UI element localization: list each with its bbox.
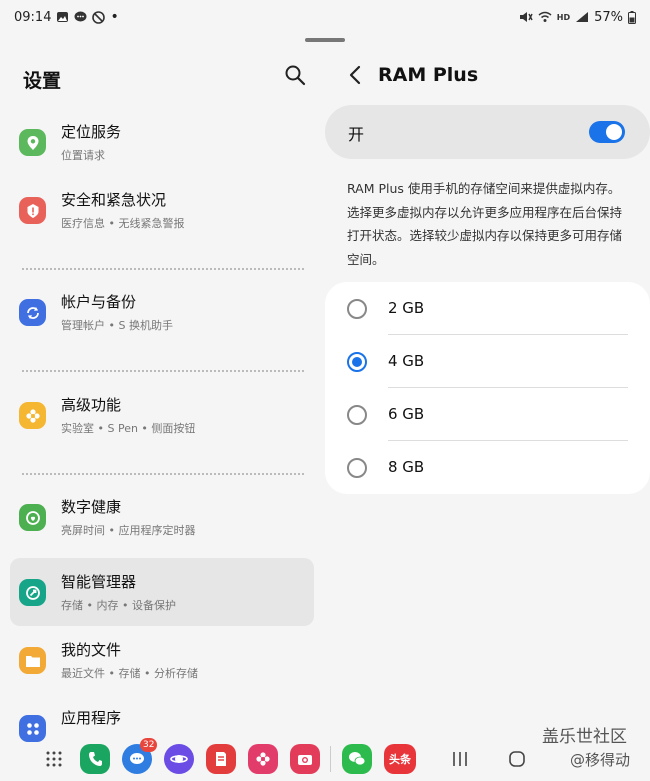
item-title: 智能管理器 [61, 573, 137, 591]
item-subtitle: 实验室 • S Pen • 侧面按钮 [61, 422, 196, 435]
description-text: RAM Plus 使用手机的存储空间来提供虚拟内存。选择更多虚拟内存以允许更多应… [347, 181, 623, 267]
camera-icon[interactable] [290, 744, 320, 774]
switch-knob [606, 124, 622, 140]
unread-badge: 32 [140, 738, 158, 752]
watermark-community: 盖乐世社区 [542, 727, 627, 747]
toggle-label: 开 [348, 125, 365, 144]
option-4gb[interactable]: 4 GB [325, 335, 650, 387]
item-subtitle: 最近文件 • 存储 • 分析存储 [61, 667, 198, 680]
item-title: 应用程序 [61, 709, 122, 727]
radio-button[interactable] [347, 458, 367, 478]
alert-icon [19, 197, 46, 224]
settings-item-location[interactable]: 定位服务 位置请求 [10, 108, 314, 176]
section-divider [22, 473, 304, 475]
status-bar: 09:14 • HD 57% [0, 0, 650, 34]
folder-icon [19, 647, 46, 674]
ram-plus-switch[interactable] [589, 121, 625, 143]
item-subtitle: 管理帐户 • S 换机助手 [61, 319, 173, 332]
drag-handle[interactable] [305, 38, 345, 42]
notification-dot: • [110, 9, 119, 25]
internet-icon[interactable] [164, 744, 194, 774]
radio-button-selected[interactable] [347, 352, 367, 372]
item-title: 安全和紧急状况 [61, 191, 167, 209]
option-label: 8 GB [388, 458, 425, 476]
recents-icon[interactable] [451, 750, 469, 768]
battery-text: 57% [594, 9, 623, 25]
bixby-flower-icon[interactable] [248, 744, 278, 774]
settings-title: 设置 [23, 70, 62, 92]
phone-icon[interactable] [80, 744, 110, 774]
settings-item-my-files[interactable]: 我的文件 最近文件 • 存储 • 分析存储 [10, 626, 314, 694]
option-label: 2 GB [388, 299, 425, 317]
location-icon [19, 129, 46, 156]
settings-item-device-care[interactable]: 智能管理器 存储 • 内存 • 设备保护 [10, 558, 314, 626]
settings-item-safety[interactable]: 安全和紧急状况 医疗信息 • 无线紧急警报 [10, 176, 314, 244]
status-right: HD 57% [519, 10, 636, 25]
master-toggle-row[interactable]: 开 [325, 105, 650, 159]
dnd-icon [92, 10, 106, 24]
item-title: 定位服务 [61, 123, 122, 141]
apps-grid-icon[interactable] [45, 750, 63, 768]
device-care-icon [19, 579, 46, 606]
hd-icon: HD [556, 12, 571, 22]
image-icon [57, 12, 69, 22]
page-title: RAM Plus [378, 64, 479, 86]
back-arrow-icon[interactable] [347, 64, 363, 86]
gear-flower-icon [19, 402, 46, 429]
search-icon[interactable] [284, 64, 306, 86]
toutiao-icon[interactable]: 头条 [384, 744, 416, 774]
item-title: 高级功能 [61, 396, 122, 414]
size-options: 2 GB 4 GB 6 GB 8 GB [325, 282, 650, 494]
radio-button[interactable] [347, 405, 367, 425]
sync-icon [19, 299, 46, 326]
item-subtitle: 位置请求 [61, 149, 105, 162]
battery-icon [628, 10, 636, 24]
toutiao-label: 头条 [389, 753, 411, 766]
taskbar-divider [330, 746, 331, 772]
notes-icon[interactable] [206, 744, 236, 774]
section-divider [22, 370, 304, 372]
item-title: 数字健康 [61, 498, 122, 516]
item-subtitle: 亮屏时间 • 应用程序定时器 [61, 524, 196, 537]
ram-plus-pane: RAM Plus 开 RAM Plus 使用手机的存储空间来提供虚拟内存。选择更… [325, 44, 650, 744]
wechat-icon[interactable] [342, 744, 372, 774]
item-title: 帐户与备份 [61, 293, 137, 311]
option-8gb[interactable]: 8 GB [325, 441, 650, 493]
chat-icon [74, 11, 87, 22]
status-left: 09:14 • [14, 9, 119, 25]
section-divider [22, 268, 304, 270]
settings-item-wellbeing[interactable]: 数字健康 亮屏时间 • 应用程序定时器 [10, 483, 314, 551]
wellbeing-icon [19, 504, 46, 531]
item-subtitle: 存储 • 内存 • 设备保护 [61, 599, 176, 612]
option-2gb[interactable]: 2 GB [325, 282, 650, 334]
item-subtitle: 医疗信息 • 无线紧急警报 [61, 217, 185, 230]
radio-button[interactable] [347, 299, 367, 319]
signal-icon [576, 12, 589, 22]
watermark-author: @移得动 [570, 751, 631, 769]
messages-icon[interactable]: 32 [122, 738, 158, 774]
item-title: 我的文件 [61, 641, 122, 659]
wifi-icon [538, 11, 552, 22]
settings-item-accounts[interactable]: 帐户与备份 管理帐户 • S 换机助手 [10, 278, 314, 346]
mute-icon [519, 12, 533, 22]
settings-pane: 设置 定位服务 位置请求 安全和紧急状况 医疗信息 • 无线紧急警报 帐户与备份… [0, 44, 325, 744]
option-label: 4 GB [388, 352, 425, 370]
status-time: 09:14 [14, 9, 52, 25]
home-icon[interactable] [508, 750, 526, 768]
option-label: 6 GB [388, 405, 425, 423]
settings-item-advanced[interactable]: 高级功能 实验室 • S Pen • 侧面按钮 [10, 381, 314, 449]
option-6gb[interactable]: 6 GB [325, 388, 650, 440]
